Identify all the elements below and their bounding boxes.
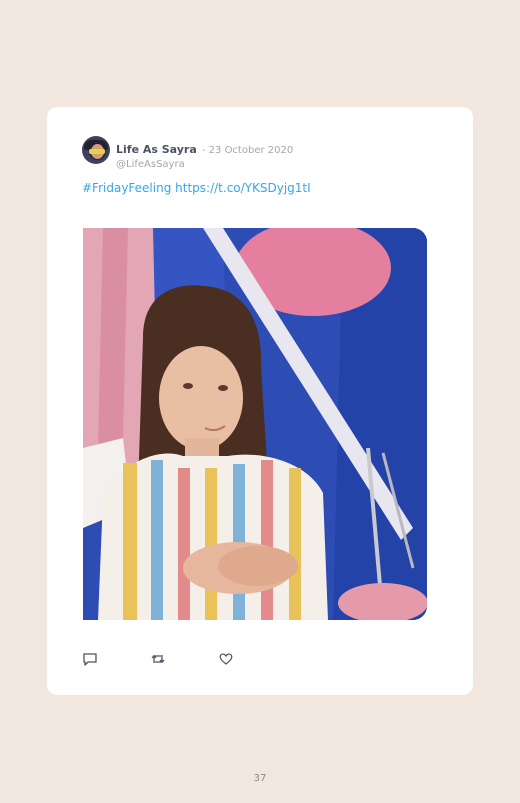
url-link[interactable]: https://t.co/YKSDyjg1tI [175, 181, 311, 195]
author-meta: Life As Sayra - 23 October 2020 @LifeAsS… [116, 138, 293, 170]
heart-icon[interactable] [218, 651, 234, 667]
page-number: 37 [253, 773, 267, 784]
retweet-icon[interactable] [150, 651, 166, 667]
hashtag-link[interactable]: #FridayFeeling [82, 181, 171, 195]
avatar[interactable] [82, 136, 110, 164]
author-name[interactable]: Life As Sayra [116, 143, 197, 156]
tweet-media-image[interactable] [83, 228, 427, 620]
reply-icon[interactable] [82, 651, 98, 667]
tweet-date: - 23 October 2020 [201, 145, 294, 156]
girl-gif-illustration [83, 228, 427, 620]
tweet-card: Life As Sayra - 23 October 2020 @LifeAsS… [47, 107, 473, 695]
author-handle[interactable]: @LifeAsSayra [116, 159, 293, 170]
tweet-text: #FridayFeeling https://t.co/YKSDyjg1tI [82, 181, 311, 195]
